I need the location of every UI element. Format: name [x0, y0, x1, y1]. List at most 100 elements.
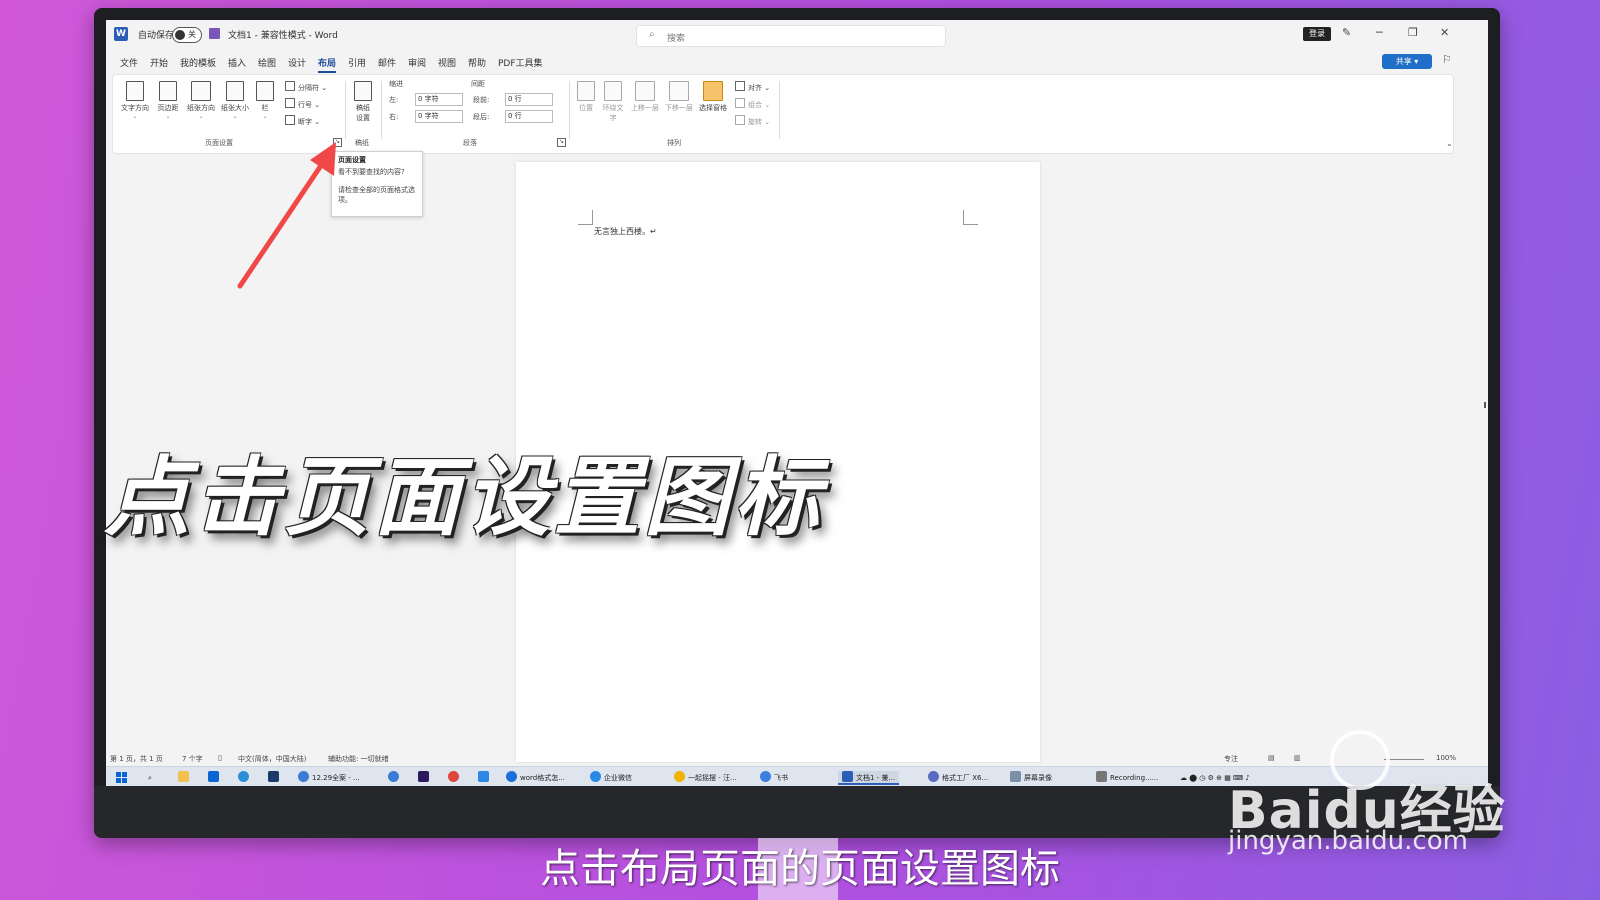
- focus-mode-button[interactable]: 专注: [1224, 754, 1238, 764]
- tab-pdf-tools[interactable]: PDF工具集: [498, 56, 543, 69]
- language-status[interactable]: 中文(简体，中国大陆): [238, 754, 306, 764]
- paragraph-launcher-icon[interactable]: ↘: [557, 138, 566, 147]
- tab-review[interactable]: 审阅: [408, 56, 426, 69]
- document-text[interactable]: 无言独上西楼。↵: [594, 226, 657, 237]
- line-numbers-icon: [285, 98, 295, 108]
- taskbar-item-2[interactable]: 企业微信: [590, 771, 632, 785]
- mail-icon[interactable]: [208, 771, 222, 785]
- columns-button[interactable]: 栏 ⌄: [255, 81, 275, 120]
- vertical-scrollbar[interactable]: [1484, 402, 1486, 408]
- pen-icon[interactable]: ✎: [1342, 26, 1351, 39]
- page-count[interactable]: 第 1 页，共 1 页: [110, 754, 163, 764]
- taskbar-item-0[interactable]: 12.29全案 - ...: [298, 771, 360, 785]
- search-icon: ⌕: [649, 29, 655, 40]
- text-direction-button[interactable]: 文字方向 ⌄: [119, 81, 151, 120]
- tab-home[interactable]: 开始: [150, 56, 168, 69]
- spacing-before-input[interactable]: 0 行: [505, 93, 553, 106]
- taskbar-item-7[interactable]: 屏幕录像: [1010, 771, 1052, 785]
- file-explorer-icon[interactable]: [178, 771, 192, 785]
- app-icon: [674, 771, 685, 782]
- autosave-toggle[interactable]: 关: [172, 27, 202, 43]
- taskbar-item-8[interactable]: Recording......: [1096, 771, 1158, 785]
- align-button[interactable]: 对齐 ⌄: [735, 81, 770, 93]
- taskbar-item-4[interactable]: 飞书: [760, 771, 788, 785]
- word-icon: [842, 771, 853, 782]
- accessibility-status[interactable]: 辅助功能: 一切就绪: [328, 754, 389, 764]
- line-numbers-button[interactable]: 行号 ⌄: [285, 98, 320, 110]
- taskbar-search-icon[interactable]: ⌕: [148, 771, 152, 785]
- premiere-icon[interactable]: [418, 771, 432, 785]
- zoom-level[interactable]: 100%: [1436, 754, 1456, 762]
- line-numbers-label: 行号: [298, 101, 312, 109]
- qq-icon[interactable]: [388, 771, 402, 785]
- search-input[interactable]: ⌕ 搜索: [636, 25, 946, 47]
- taskbar-item-3[interactable]: 一起摇摆 - 汪...: [674, 771, 737, 785]
- proofing-icon[interactable]: ▯: [218, 754, 222, 762]
- tab-draw[interactable]: 绘图: [258, 56, 276, 69]
- spacing-after-label: 段后:: [473, 113, 490, 121]
- document-title: 文档1 - 兼容性模式 - Word: [228, 31, 338, 41]
- margin-corner-mark: [578, 210, 593, 225]
- spacing-after-input[interactable]: 0 行: [505, 110, 553, 123]
- tab-references[interactable]: 引用: [348, 56, 366, 69]
- windows-start-icon[interactable]: [116, 772, 128, 784]
- text-direction-icon: [126, 81, 144, 101]
- save-icon[interactable]: [209, 28, 220, 39]
- margins-button[interactable]: 页边距 ⌄: [153, 81, 183, 120]
- group-button[interactable]: 组合 ⌄: [735, 98, 770, 110]
- send-backward-button[interactable]: 下移一层: [663, 81, 695, 113]
- messenger-icon[interactable]: [478, 771, 492, 785]
- word-count[interactable]: 7 个字: [182, 754, 203, 764]
- tab-layout[interactable]: 布局: [318, 56, 337, 73]
- selection-pane-icon: [703, 81, 723, 101]
- read-mode-icon[interactable]: ▤: [1268, 754, 1275, 762]
- comment-icon[interactable]: ⚐: [1442, 53, 1452, 66]
- margins-icon: [159, 81, 177, 101]
- minimize-icon[interactable]: ─: [1376, 26, 1383, 39]
- share-label: 共享: [1395, 57, 1412, 66]
- bring-forward-button[interactable]: 上移一层: [629, 81, 661, 113]
- wrap-text-button[interactable]: 环绕文字: [599, 81, 627, 123]
- hyphenation-button[interactable]: 断字 ⌄: [285, 115, 320, 127]
- selection-pane-button[interactable]: 选择窗格: [697, 81, 729, 113]
- app-icon: [1010, 771, 1021, 782]
- tab-my-templates[interactable]: 我的模板: [180, 56, 216, 69]
- print-layout-icon[interactable]: ▥: [1294, 754, 1301, 762]
- draft-settings-button[interactable]: 稿纸设置: [351, 81, 375, 123]
- browser-icon[interactable]: [238, 771, 252, 785]
- tab-insert[interactable]: 插入: [228, 56, 246, 69]
- wrap-text-label: 环绕文字: [602, 104, 624, 122]
- tab-help[interactable]: 帮助: [468, 56, 486, 69]
- breaks-button[interactable]: 分隔符 ⌄: [285, 81, 327, 93]
- taskbar-item-1[interactable]: word格式怎...: [506, 771, 565, 785]
- tab-design[interactable]: 设计: [288, 56, 306, 69]
- position-button[interactable]: 位置: [575, 81, 597, 113]
- app-icon: [1096, 771, 1107, 782]
- indent-left-input[interactable]: 0 字符: [415, 93, 463, 106]
- restore-icon[interactable]: ❐: [1408, 26, 1418, 39]
- orientation-button[interactable]: 纸张方向 ⌄: [185, 81, 217, 120]
- search-placeholder: 搜索: [667, 34, 686, 44]
- tab-file[interactable]: 文件: [120, 56, 138, 69]
- indent-right-input[interactable]: 0 字符: [415, 110, 463, 123]
- breaks-icon: [285, 81, 295, 91]
- close-icon[interactable]: ✕: [1440, 26, 1449, 39]
- tooltip-description: 请检查全部的页面格式选项。: [338, 186, 415, 204]
- tab-view[interactable]: 视图: [438, 56, 456, 69]
- collapse-ribbon-icon[interactable]: ⌄: [1446, 139, 1453, 148]
- chevron-down-icon: ⌄: [232, 113, 238, 120]
- tab-mailings[interactable]: 邮件: [378, 56, 396, 69]
- size-button[interactable]: 纸张大小 ⌄: [219, 81, 251, 120]
- page-setup-group-label: 页面设置: [205, 139, 233, 147]
- rotate-button[interactable]: 旋转 ⌄: [735, 115, 770, 127]
- taskbar-item-6[interactable]: 格式工厂 X6...: [928, 771, 988, 785]
- zoom-slider[interactable]: [1384, 759, 1424, 760]
- taskbar-item-5[interactable]: 文档1 - 兼...: [838, 771, 900, 785]
- share-button[interactable]: 共享 ▾: [1382, 54, 1432, 69]
- photoshop-icon[interactable]: [268, 771, 282, 785]
- size-icon: [226, 81, 244, 101]
- spacing-before-label: 段前:: [473, 96, 490, 104]
- chrome-icon[interactable]: [448, 771, 462, 785]
- taskbar-item-label: 飞书: [774, 774, 788, 782]
- login-button[interactable]: 登录: [1303, 27, 1331, 41]
